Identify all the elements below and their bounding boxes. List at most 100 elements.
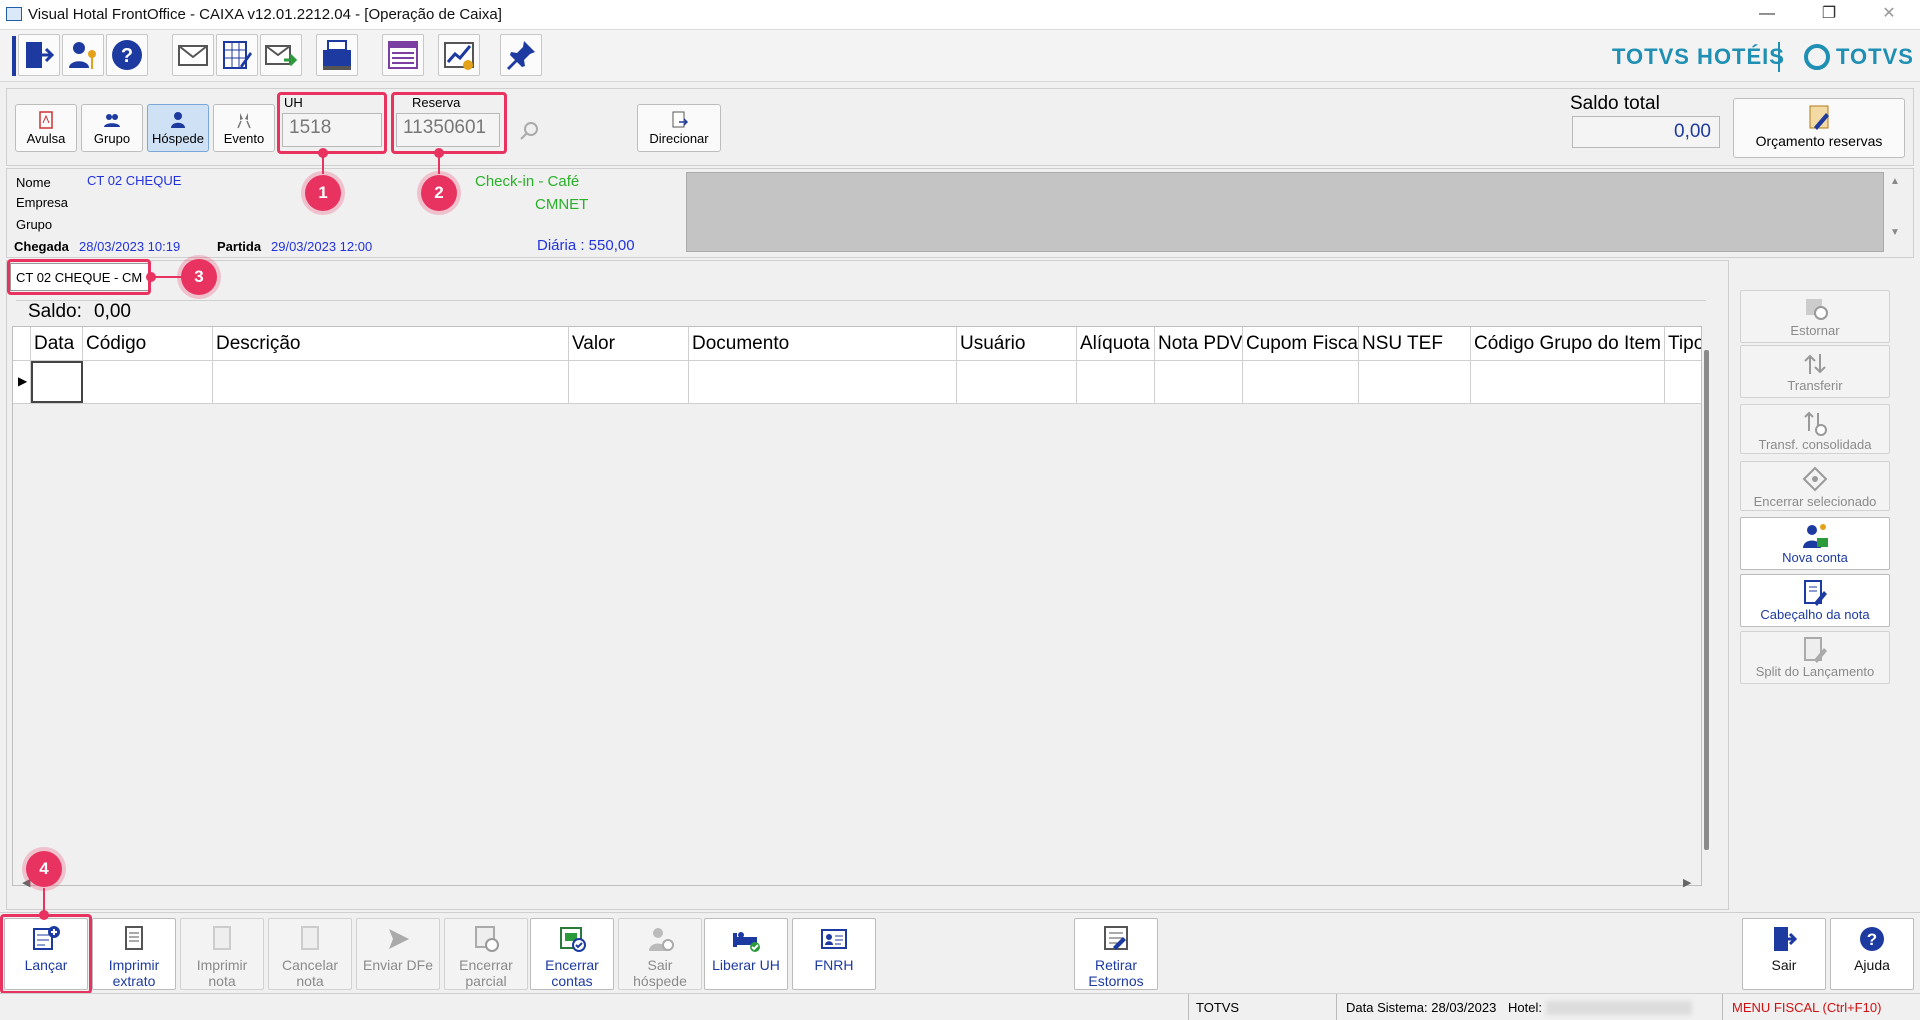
fnrh-button[interactable]: FNRH [792,918,876,990]
brand-totvs: TOTVS [1836,44,1914,69]
row-indicator: ▶ [13,361,31,403]
encerrar-parcial-button[interactable]: Encerrar parcial [444,918,528,990]
col-codigo-grupo-item[interactable]: Código Grupo do Item [1471,327,1665,360]
scroll-down-icon[interactable]: ▼ [1884,227,1906,238]
type-evento-label: Evento [223,131,265,146]
cell-documento[interactable] [689,361,957,403]
exit-toolbar-button[interactable] [18,34,60,76]
cell-codigo[interactable] [83,361,213,403]
sair-button[interactable]: Sair [1742,918,1826,990]
cash-register-toolbar-button[interactable] [316,34,358,76]
enviar-dfe-button[interactable]: Enviar DFe [356,918,440,990]
imprimir-extrato-button[interactable]: Imprimir extrato [92,918,176,990]
retirar-estornos-line1: Retirar [1094,957,1137,973]
col-descricao[interactable]: Descrição [213,327,569,360]
enviar-dfe-label: Enviar DFe [362,957,434,973]
split-lancamento-button[interactable]: Split do Lançamento [1740,631,1890,684]
estornar-button[interactable]: Estornar [1740,290,1890,343]
col-usuario[interactable]: Usuário [957,327,1077,360]
main-toolbar: ? TOTVS HOTÉIS TOTVS [0,30,1920,82]
grid-vertical-scrollbar[interactable] [1704,350,1709,850]
status-divider [1722,994,1723,1020]
col-nsu-tef[interactable]: NSU TEF [1359,327,1471,360]
transferir-button[interactable]: Transferir [1740,345,1890,398]
cabecalho-nota-label: Cabeçalho da nota [1760,607,1870,622]
cell-tipo[interactable] [1665,361,1701,403]
imprimir-extrato-line2: extrato [112,973,156,989]
type-evento-button[interactable]: Evento [213,104,275,152]
cell-descricao[interactable] [213,361,569,403]
minimize-button[interactable]: — [1738,0,1796,30]
envelope-icon [178,45,208,66]
callout-dot-3 [146,272,156,282]
transf-consolidada-button[interactable]: Transf. consolidada [1740,404,1890,454]
totvs-logo-icon [1804,44,1830,70]
imprimir-nota-button[interactable]: Imprimir nota [180,918,264,990]
status-menu-fiscal[interactable]: MENU FISCAL (Ctrl+F10) [1732,1000,1881,1015]
checkin-status: Check-in - Café [475,173,580,190]
saldo-label: Saldo: [26,301,84,323]
pin-toolbar-button[interactable] [500,34,542,76]
scroll-right-icon[interactable]: ▶ [1683,876,1691,889]
search-icon[interactable] [518,119,542,143]
restore-button[interactable]: ❐ [1800,0,1858,30]
table-row[interactable]: ▶ [13,361,1701,404]
pin-icon [507,41,535,70]
nova-conta-button[interactable]: Nova conta [1740,517,1890,570]
table-list-toolbar-button[interactable] [382,34,424,76]
cell-cupom-fiscal[interactable] [1243,361,1359,403]
notes-area[interactable] [686,172,1884,252]
cell-aliquota[interactable] [1077,361,1155,403]
ajuda-button[interactable]: ? Ajuda [1830,918,1914,990]
user-key-toolbar-button[interactable] [62,34,104,76]
edit-grid-toolbar-button[interactable] [216,34,258,76]
title-bar: Visual Hotal FrontOffice - CAIXA v12.01.… [0,0,1920,30]
help-toolbar-button[interactable]: ? [106,34,148,76]
sair-hospede-button[interactable]: Sair hóspede [618,918,702,990]
orcamento-label: Orçamento reservas [1755,133,1883,149]
cabecalho-nota-button[interactable]: Cabeçalho da nota [1740,574,1890,627]
type-hospede-button[interactable]: Hóspede [147,104,209,152]
liberar-uh-button[interactable]: Liberar UH [704,918,788,990]
status-data-sistema: Data Sistema: 28/03/2023 [1346,1000,1497,1015]
col-tipo[interactable]: Tipo [1665,327,1701,360]
notes-scrollbar[interactable]: ▲ ▼ [1884,172,1906,252]
encerrar-contas-button[interactable]: Encerrar contas [530,918,614,990]
retirar-estornos-button[interactable]: Retirar Estornos [1074,918,1158,990]
nome-label: Nome [16,175,51,190]
orcamento-reservas-button[interactable]: Orçamento reservas [1733,98,1905,158]
estornar-label: Estornar [1790,323,1840,338]
cell-codigo-grupo-item[interactable] [1471,361,1665,403]
scroll-up-icon[interactable]: ▲ [1884,176,1906,187]
type-avulsa-label: Avulsa [26,131,66,146]
status-user: TOTVS [1196,1000,1240,1015]
type-avulsa-button[interactable]: Avulsa [15,104,77,152]
table-list-icon [388,41,418,69]
budget-edit-icon [1809,105,1829,130]
send-mail-toolbar-button[interactable] [260,34,302,76]
col-valor[interactable]: Valor [569,327,689,360]
col-nota-pdv[interactable]: Nota PDV [1155,327,1243,360]
col-documento[interactable]: Documento [689,327,957,360]
cell-data[interactable] [31,361,83,403]
launch-grid[interactable]: Data Código Descrição Valor Documento Us… [12,326,1702,886]
saldo-total-label: Saldo total [1570,93,1660,114]
cancelar-nota-button[interactable]: Cancelar nota [268,918,352,990]
col-cupom-fiscal[interactable]: Cupom Fiscal [1243,327,1359,360]
encerrar-selecionado-label: Encerrar selecionado [1753,494,1877,509]
col-codigo[interactable]: Código [83,327,213,360]
cell-nsu-tef[interactable] [1359,361,1471,403]
col-data[interactable]: Data [31,327,83,360]
direcionar-button[interactable]: Direcionar [637,104,721,152]
close-button[interactable]: ✕ [1860,0,1918,30]
col-aliquota[interactable]: Alíquota [1077,327,1155,360]
callout-box-account-tab [7,259,151,295]
chart-toolbar-button[interactable] [438,34,480,76]
encerrar-selecionado-button[interactable]: Encerrar selecionado [1740,461,1890,511]
cell-usuario[interactable] [957,361,1077,403]
row-pointer-icon: ▶ [18,374,28,388]
cell-nota-pdv[interactable] [1155,361,1243,403]
cell-valor[interactable] [569,361,689,403]
type-grupo-button[interactable]: Grupo [81,104,143,152]
mail-toolbar-button[interactable] [172,34,214,76]
